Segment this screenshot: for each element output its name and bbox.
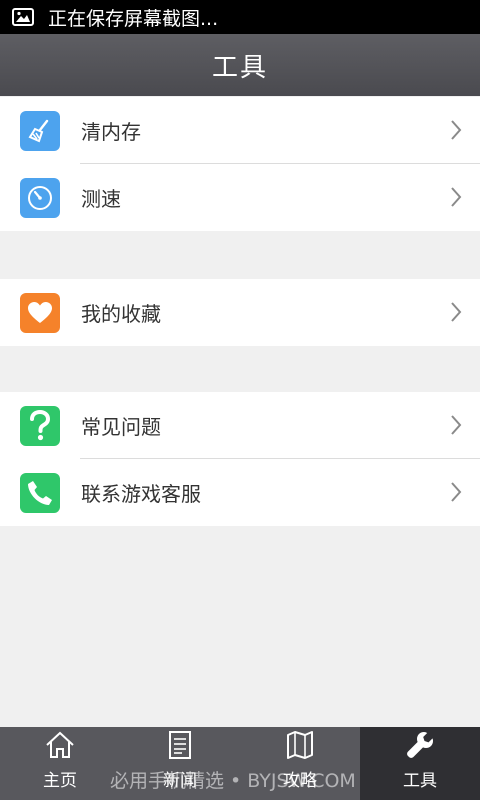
home-icon: [46, 731, 74, 758]
tool-group-3: 常见问题 联系游戏客服: [0, 392, 480, 526]
broom-icon: [20, 110, 60, 151]
item-label: 我的收藏: [81, 302, 161, 326]
chevron-right-icon: [451, 302, 462, 322]
tab-label: 工具: [403, 771, 437, 791]
faq-item[interactable]: 常见问题: [0, 392, 480, 459]
tab-label: 攻略: [283, 771, 317, 791]
tab-news[interactable]: 新闻: [120, 727, 240, 800]
wrench-icon: [407, 732, 433, 758]
tool-group-1: 清内存 测速: [0, 97, 480, 231]
phone-icon: [20, 472, 60, 513]
tab-guides[interactable]: 攻略: [240, 727, 360, 800]
chevron-right-icon: [451, 482, 462, 502]
page-header: 工具: [0, 34, 480, 96]
clear-memory-item[interactable]: 清内存: [0, 97, 480, 164]
news-icon: [169, 731, 191, 759]
tab-tools[interactable]: 工具: [360, 727, 480, 800]
screenshot-icon: [12, 8, 34, 26]
favorites-item[interactable]: 我的收藏: [0, 279, 480, 346]
item-label: 联系游戏客服: [81, 482, 201, 506]
page-title: 工具: [211, 52, 268, 83]
tab-home[interactable]: 主页: [0, 727, 120, 800]
status-text: 正在保存屏幕截图...: [48, 7, 219, 30]
tab-label: 新闻: [163, 771, 197, 791]
question-icon: [20, 405, 60, 446]
item-label: 测速: [81, 187, 121, 211]
tool-group-2: 我的收藏: [0, 279, 480, 346]
status-bar: 正在保存屏幕截图...: [0, 0, 480, 34]
chevron-right-icon: [451, 120, 462, 140]
speed-test-item[interactable]: 测速: [0, 164, 480, 231]
map-icon: [287, 731, 313, 759]
contact-support-item[interactable]: 联系游戏客服: [0, 459, 480, 526]
speedometer-icon: [20, 177, 60, 218]
chevron-right-icon: [451, 415, 462, 435]
chevron-right-icon: [451, 187, 462, 207]
tab-label: 主页: [43, 771, 77, 791]
heart-icon: [20, 292, 60, 333]
item-label: 常见问题: [81, 415, 161, 439]
item-label: 清内存: [81, 120, 141, 144]
bottom-tab-bar: 主页 新闻 攻略 工具: [0, 727, 480, 800]
